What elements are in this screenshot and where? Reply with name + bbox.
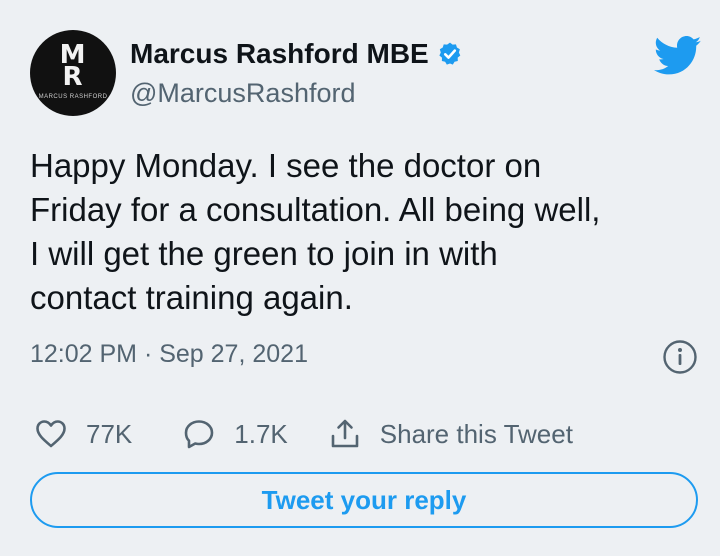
author-handle[interactable]: @MarcusRashford (130, 78, 355, 109)
verified-badge-icon (439, 42, 461, 65)
like-action[interactable]: 77K (34, 417, 132, 451)
share-label: Share this Tweet (379, 418, 573, 449)
share-action[interactable]: Share this Tweet (328, 417, 573, 451)
avatar[interactable]: M R MARCUS RASHFORD (30, 30, 116, 116)
avatar-monogram: M R (59, 40, 87, 92)
tweet-timestamp[interactable]: 12:02 PM · Sep 27, 2021 (30, 340, 308, 369)
heart-icon[interactable] (34, 417, 68, 451)
tweet-text: Happy Monday. I see the doctor on Friday… (30, 147, 601, 316)
speech-bubble-icon[interactable] (182, 417, 216, 451)
info-icon[interactable] (662, 339, 698, 375)
display-name[interactable]: Marcus Rashford MBE (130, 38, 429, 70)
twitter-bird-icon[interactable] (654, 36, 702, 76)
reply-action[interactable]: 1.7K (182, 417, 288, 451)
avatar-caption: MARCUS RASHFORD (38, 94, 108, 100)
tweet-your-reply-button[interactable]: Tweet your reply (30, 472, 698, 528)
author-name-row: Marcus Rashford MBE (130, 38, 463, 70)
reply-count: 1.7K (234, 418, 288, 449)
tweet-actions: 77K 1.7K Share this Tweet (34, 414, 573, 454)
share-icon[interactable] (328, 417, 362, 451)
like-count: 77K (86, 418, 133, 449)
